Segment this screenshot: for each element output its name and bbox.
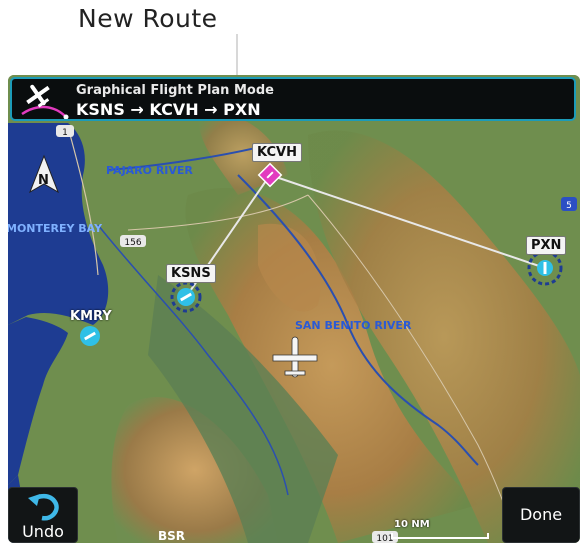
new-route-callout: New Route <box>78 4 218 33</box>
undo-button[interactable]: Undo <box>8 487 78 543</box>
pxn-label[interactable]: PXN <box>526 236 567 255</box>
flight-plan-header: Graphical Flight Plan Mode KSNS → KCVH →… <box>10 77 576 121</box>
svg-text:156: 156 <box>124 238 141 248</box>
svg-text:5: 5 <box>566 201 572 211</box>
hwy-1-shield: 1 <box>56 125 74 138</box>
monterey-bay-label: MONTEREY BAY <box>8 222 103 235</box>
bsr-label: BSR <box>158 529 185 543</box>
kmry-airport-symbol[interactable] <box>80 326 100 346</box>
pajaro-river-label: PAJARO RIVER <box>106 164 193 177</box>
map-screen: N 1 156 5 101 PAJARO RIVER MONTEREY BAY … <box>8 75 580 543</box>
north-label: N <box>38 173 49 188</box>
done-button[interactable]: Done <box>502 487 580 543</box>
kmry-label[interactable]: KMRY <box>66 308 116 325</box>
kcvh-label[interactable]: KCVH <box>252 143 302 162</box>
undo-label: Undo <box>22 522 64 541</box>
svg-text:1: 1 <box>62 128 68 138</box>
route-summary: KSNS → KCVH → PXN <box>76 100 261 119</box>
map-scale-label: 10 NM <box>394 519 430 530</box>
map-scale-bar <box>391 533 489 539</box>
mode-title: Graphical Flight Plan Mode <box>76 83 274 98</box>
ksns-label[interactable]: KSNS <box>166 264 216 283</box>
done-label: Done <box>519 505 563 524</box>
san-benito-river-label: SAN BENITO RIVER <box>295 319 412 332</box>
hwy-5-shield: 5 <box>561 197 577 211</box>
undo-icon <box>28 493 59 521</box>
hwy-156-shield: 156 <box>120 235 146 248</box>
flight-plan-mode-icon <box>21 84 69 119</box>
